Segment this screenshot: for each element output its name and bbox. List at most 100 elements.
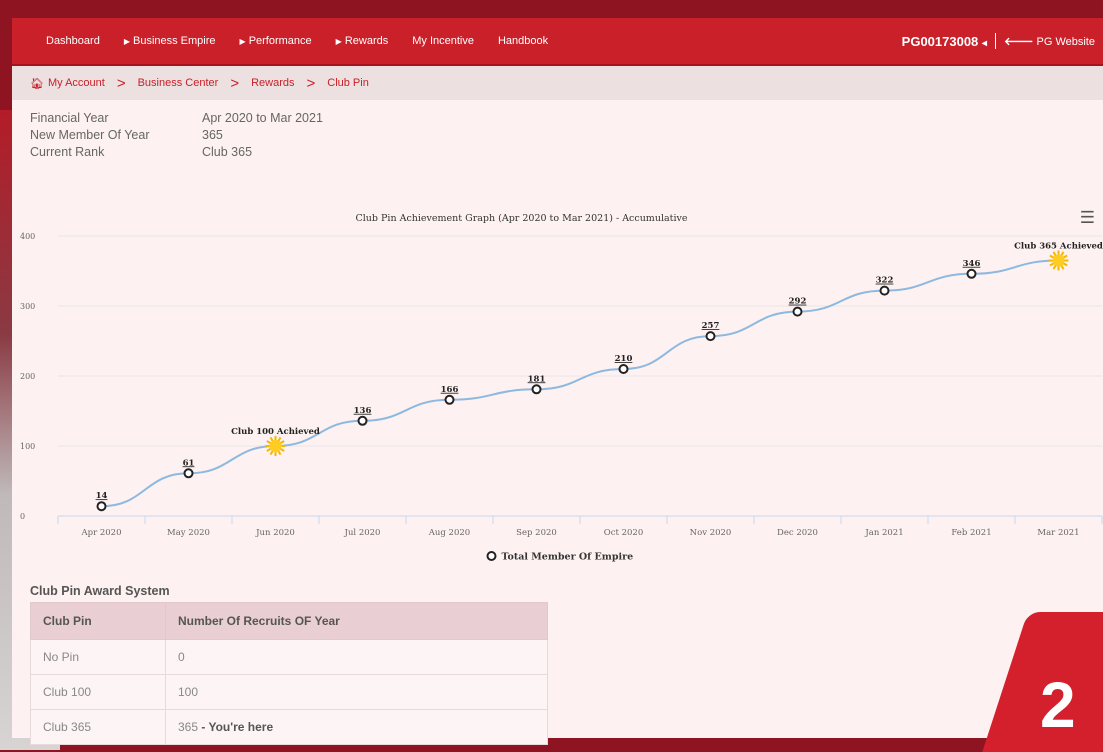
data-point [357,415,368,426]
table-header-row: Club Pin Number Of Recruits OF Year [30,602,548,640]
chevron-right-icon: > [230,74,240,92]
chevron-right-icon: > [306,74,316,92]
x-tick-label: Jun 2020 [255,528,295,538]
breadcrumb-club-pin[interactable]: Club Pin [327,77,369,89]
nav-performance[interactable]: ▶ Performance [240,35,312,47]
chevron-right-icon: > [116,74,126,92]
cell-pin: No Pin [30,639,166,675]
annotation-label: Club 100 Achieved [231,427,320,437]
y-tick-label: 0 [20,512,25,521]
breadcrumb: 🏠︎ My Account > Business Center > Reward… [12,66,1103,100]
info-row: New Member Of Year 365 [30,127,1103,144]
nav-rewards[interactable]: ▶ Rewards [336,35,389,47]
table-row: No Pin 0 [30,639,548,675]
caret-right-icon: ▶ [123,36,130,46]
app-window: Dashboard ▶ Business Empire ▶ Performance … [12,18,1103,745]
nav-handbook[interactable]: Handbook [498,35,548,47]
chart-container: Club Pin Achievement Graph (Apr 2020 to … [20,191,1103,581]
nav-divider [994,33,996,49]
arrow-left-icon: 🡐 [1003,36,1034,48]
cell-pin: Club 100 [30,674,166,710]
legend-marker [486,551,497,561]
sun-marker-icon [1052,254,1065,267]
nav-business-empire[interactable]: ▶ Business Empire [124,35,216,47]
cell-count: 100 [165,674,548,710]
you-are-here-label: - You're here [198,720,274,734]
award-title: Club Pin Award System [30,584,170,598]
info-value: Apr 2020 to Mar 2021 [202,111,323,125]
data-label: 166 [441,385,459,395]
info-value: 365 [202,128,223,142]
count-value: 0 [178,650,185,664]
nav-label: Performance [248,35,312,47]
x-tick-label: Feb 2021 [951,528,991,538]
data-label: 136 [354,406,372,416]
breadcrumb-business-center[interactable]: Business Center [138,77,219,89]
x-tick-label: Nov 2020 [690,528,732,538]
data-label: 322 [876,276,894,286]
nav-label: Rewards [344,35,389,47]
col-club-pin: Club Pin [30,602,166,640]
data-label: 61 [183,458,195,468]
account-info: Financial Year Apr 2020 to Mar 2021 New M… [12,100,1103,161]
award-table: Club Pin Number Of Recruits OF Year No P… [30,602,548,745]
nav-right: PG00173008 ◂ 🡐 PG Website [902,33,1095,49]
data-point [792,306,803,317]
caret-left-icon: ◂ [981,37,987,49]
cell-count: 0 [165,639,548,675]
x-tick-label: Oct 2020 [604,528,643,538]
data-label: 181 [528,374,546,384]
badge-number: 2 [1040,669,1076,741]
nav-my-incentive[interactable]: My Incentive [412,35,474,47]
info-value: Club 365 [202,145,253,159]
sun-marker-icon [269,440,282,452]
annotation-label: Club 365 Achieved [1014,242,1103,252]
x-tick-label: Aug 2020 [428,528,470,538]
nav-label: Business Empire [132,35,216,47]
data-point [879,285,890,296]
home-icon: 🏠︎ [30,77,44,90]
data-point [705,331,716,342]
nav-label: Handbook [497,35,549,47]
pg-website-label: PG Website [1036,36,1096,48]
y-tick-label: 300 [20,302,35,311]
hamburger-menu-icon[interactable]: ☰ [1080,208,1095,228]
chart-title: Club Pin Achievement Graph (Apr 2020 to … [356,213,688,224]
x-tick-label: Jul 2020 [344,528,381,538]
x-tick-label: Dec 2020 [777,528,818,538]
data-point [96,501,107,512]
legend-label: Total Member Of Empire [502,552,634,563]
caret-right-icon: ▶ [239,36,246,46]
y-tick-label: 400 [20,232,35,241]
data-label: 346 [963,259,981,269]
y-tick-label: 100 [20,442,35,451]
col-recruits: Number Of Recruits OF Year [165,602,548,640]
table-row: Club 365 365 - You're here [30,709,548,745]
x-tick-label: Jan 2021 [864,528,903,538]
award-section: Club Pin Award System Club Pin Number Of… [30,584,548,745]
info-key: New Member Of Year [30,128,150,142]
count-value: 100 [178,685,199,699]
x-tick-label: Apr 2020 [81,528,122,538]
caret-right-icon: ▶ [335,36,342,46]
pg-website-link[interactable]: 🡐 PG Website [1004,34,1095,48]
data-point [966,268,977,279]
count-value: 365 [178,720,199,734]
nav-dashboard[interactable]: Dashboard [46,35,100,47]
info-row: Current Rank Club 365 [30,144,1103,161]
user-menu[interactable]: PG00173008 ◂ [902,34,987,49]
nav-label: My Incentive [412,35,474,47]
data-label: 210 [615,354,633,364]
data-label: 292 [789,297,807,307]
breadcrumb-rewards[interactable]: Rewards [251,77,294,89]
info-key: Financial Year [30,111,109,125]
nav-label: Dashboard [46,35,100,47]
table-row: Club 100 100 [30,674,548,710]
y-tick-label: 200 [20,372,35,381]
series-line [101,259,1059,508]
club-pin-chart: Club Pin Achievement Graph (Apr 2020 to … [20,213,1103,563]
top-nav: Dashboard ▶ Business Empire ▶ Performance … [12,18,1103,66]
breadcrumb-my-account[interactable]: My Account [48,77,105,89]
data-point [444,394,455,405]
data-label: 257 [702,321,720,331]
